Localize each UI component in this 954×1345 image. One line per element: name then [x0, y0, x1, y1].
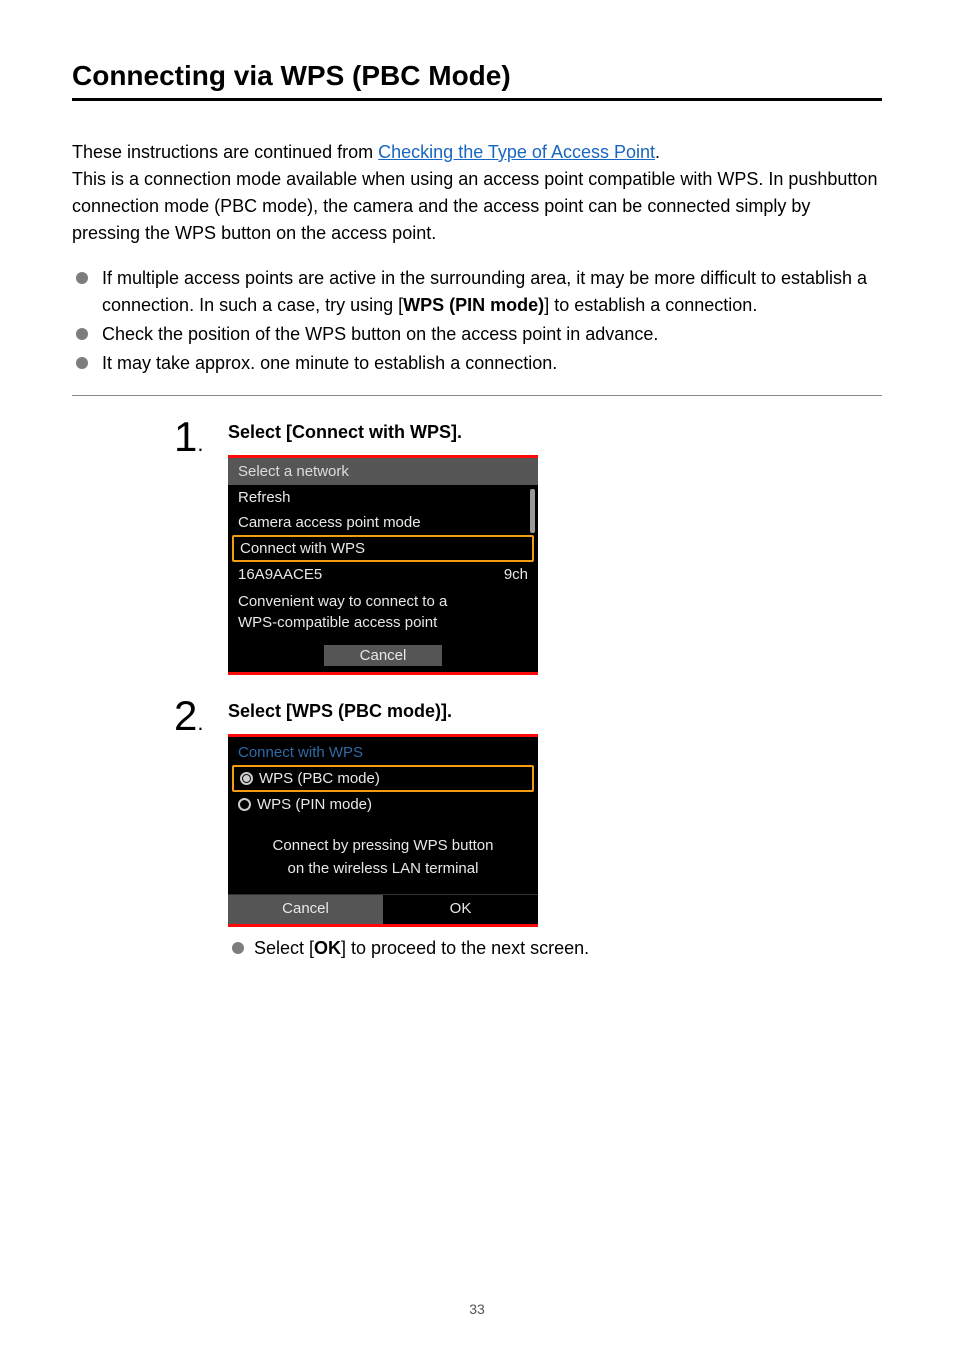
- shot1-network-ssid: 16A9AACE5: [238, 566, 322, 583]
- radio-unselected-icon: [238, 798, 251, 811]
- step-1: 1. Select [Connect with WPS]. Select a n…: [72, 416, 882, 675]
- shot1-row-network: 16A9AACE5 9ch: [228, 562, 538, 587]
- step-2-number: 2.: [174, 695, 228, 737]
- step-2: 2. Select [WPS (PBC mode)]. Connect with…: [72, 695, 882, 962]
- shot1-desc-l2: WPS-compatible access point: [238, 614, 437, 631]
- note-2: Check the position of the WPS button on …: [72, 321, 882, 348]
- shot1-desc-l1: Convenient way to connect to a: [238, 593, 447, 610]
- radio-selected-icon: [240, 772, 253, 785]
- sub1-bold: OK: [314, 938, 341, 958]
- shot1-header: Select a network: [228, 458, 538, 485]
- step-2-title: Select [WPS (PBC mode)].: [228, 701, 882, 722]
- shot2-opt-pbc-selected: WPS (PBC mode): [232, 765, 534, 792]
- step-1-screenshot: Select a network Refresh Camera access p…: [228, 455, 538, 675]
- shot1-row-refresh: Refresh: [228, 485, 538, 510]
- scrollbar-icon: [530, 489, 535, 533]
- step-1-title: Select [Connect with WPS].: [228, 422, 882, 443]
- access-point-link[interactable]: Checking the Type of Access Point: [378, 142, 655, 162]
- note-1-post: ] to establish a connection.: [544, 295, 757, 315]
- shot2-footer: Cancel OK: [228, 894, 538, 924]
- shot2-opt-pin: WPS (PIN mode): [228, 792, 538, 817]
- shot2-desc: Connect by pressing WPS button on the wi…: [228, 817, 538, 894]
- step-1-number: 1.: [174, 416, 228, 458]
- shot2-desc-l1: Connect by pressing WPS button: [273, 837, 494, 854]
- shot2-opt2-label: WPS (PIN mode): [257, 796, 372, 813]
- step-2-sub-1: Select [OK] to proceed to the next scree…: [228, 935, 882, 962]
- sub1-pre: Select [: [254, 938, 314, 958]
- shot2-header: Connect with WPS: [228, 737, 538, 765]
- intro-post: .: [655, 142, 660, 162]
- page-title: Connecting via WPS (PBC Mode): [72, 60, 882, 101]
- note-1: If multiple access points are active in …: [72, 265, 882, 319]
- shot1-cancel-row: Cancel: [228, 641, 538, 672]
- shot2-ok-button: OK: [383, 895, 538, 924]
- shot2-desc-l2: on the wireless LAN terminal: [288, 860, 479, 877]
- shot2-opt1-label: WPS (PBC mode): [259, 770, 380, 787]
- sub1-post: ] to proceed to the next screen.: [341, 938, 589, 958]
- step-2-screenshot: Connect with WPS WPS (PBC mode) WPS (PIN…: [228, 734, 538, 927]
- step-2-sub-bullets: Select [OK] to proceed to the next scree…: [228, 935, 882, 962]
- intro-desc: This is a connection mode available when…: [72, 166, 882, 247]
- shot1-desc: Convenient way to connect to a WPS-compa…: [228, 587, 538, 641]
- note-1-bold: WPS (PIN mode): [403, 295, 544, 315]
- shot1-row-connect-wps-selected: Connect with WPS: [232, 535, 534, 562]
- shot2-cancel-button: Cancel: [228, 895, 383, 924]
- intro-line: These instructions are continued from Ch…: [72, 139, 882, 166]
- shot1-row-camera-ap: Camera access point mode: [228, 510, 538, 535]
- note-3: It may take approx. one minute to establ…: [72, 350, 882, 377]
- notes-list: If multiple access points are active in …: [72, 265, 882, 377]
- page-number: 33: [0, 1301, 954, 1317]
- separator: [72, 395, 882, 396]
- intro-pre: These instructions are continued from: [72, 142, 378, 162]
- shot1-cancel-button: Cancel: [324, 645, 443, 666]
- shot1-network-channel: 9ch: [504, 566, 528, 583]
